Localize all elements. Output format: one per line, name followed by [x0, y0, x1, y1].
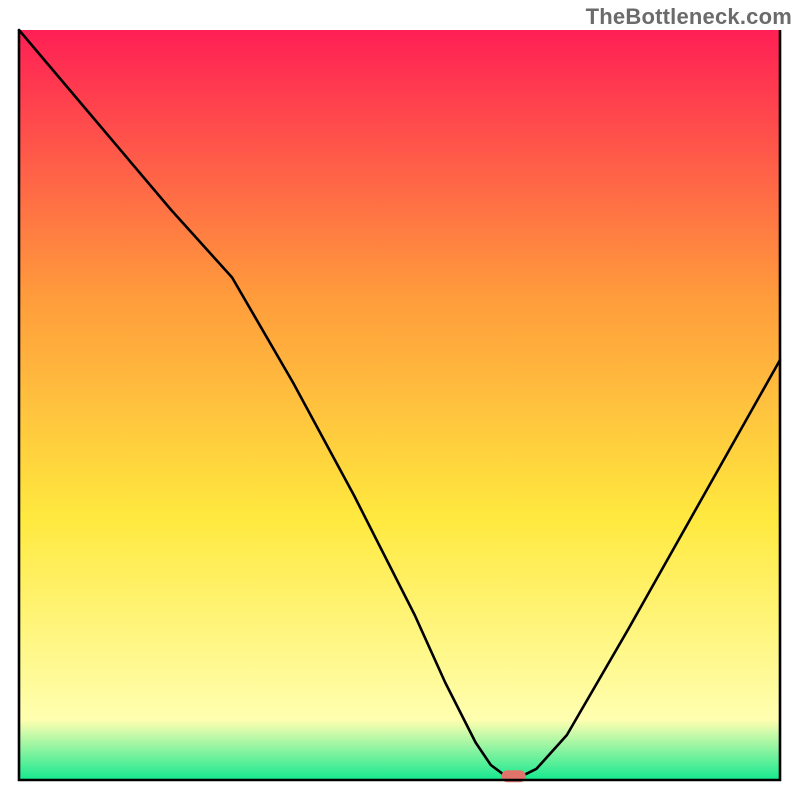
chart-container: TheBottleneck.com [0, 0, 800, 800]
plot-background [19, 30, 780, 780]
bottleneck-chart [0, 0, 800, 800]
watermark-label: TheBottleneck.com [586, 4, 792, 30]
